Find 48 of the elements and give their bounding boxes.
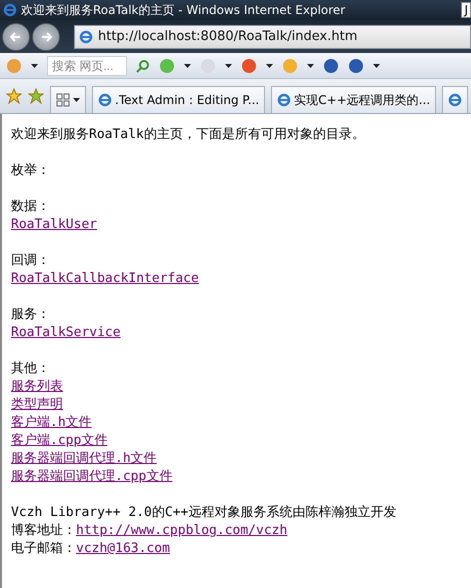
section-label: 枚举：: [11, 162, 50, 180]
browser-page-icon: [79, 30, 93, 44]
left-arrow-icon: [10, 30, 22, 42]
browser-page-icon: [277, 93, 292, 107]
favorites-icon[interactable]: [6, 88, 22, 104]
address-field[interactable]: http://localhost:8080/RoaTalk/index.htm: [74, 24, 471, 48]
object-link[interactable]: RoaTalkUser: [11, 216, 98, 234]
object-link[interactable]: 客户端.h文件: [11, 414, 92, 432]
tab-grid-button[interactable]: [50, 86, 86, 113]
section-label: 服务：: [11, 306, 50, 324]
window-title: 欢迎来到服务RoaTalk的主页 - Windows Internet Explorer: [21, 2, 346, 18]
section-label: 回调：: [11, 252, 50, 270]
object-link[interactable]: RoaTalkCallbackInterface: [11, 270, 199, 288]
browser-tab[interactable]: .Text Admin : Editing P...: [92, 86, 266, 113]
forward-button[interactable]: [32, 22, 60, 50]
tooltip-fragment: J: [461, 2, 471, 18]
search-field[interactable]: 搜索 网页...: [47, 56, 127, 76]
back-button[interactable]: [2, 22, 30, 50]
intro-text: 欢迎来到服务RoaTalk的主页，下面是所有可用对象的目录。: [11, 126, 365, 144]
search-icon[interactable]: [136, 58, 150, 72]
object-link[interactable]: RoaTalkService: [11, 324, 121, 342]
footer-link[interactable]: vczh@163.com: [76, 540, 170, 558]
section-label: 其他：: [11, 360, 50, 378]
browser-tab[interactable]: 实现C++远程调用类的...: [271, 86, 436, 113]
add-favorite-icon[interactable]: [28, 88, 44, 104]
footer-text: Vczh Library++ 2.0的C++远程对象服务系统由陈梓瀚独立开发: [11, 504, 396, 522]
browser-tab[interactable]: [442, 86, 468, 113]
object-link[interactable]: 客户端.cpp文件: [11, 432, 108, 450]
browser-page-icon: [448, 93, 462, 107]
grid-icon: [56, 93, 70, 107]
caret-icon[interactable]: [73, 98, 80, 102]
footer-link[interactable]: http://www.cppblog.com/vczh: [76, 522, 288, 540]
footer-text: 博客地址：: [11, 522, 76, 540]
browser-page-icon: [98, 93, 112, 107]
caret-icon[interactable]: [31, 64, 38, 68]
caret-icon[interactable]: [225, 64, 232, 68]
object-link[interactable]: 服务器端回调代理.cpp文件: [11, 468, 172, 486]
caret-icon[interactable]: [184, 64, 191, 68]
browser-page-icon: [3, 3, 17, 17]
object-link[interactable]: 类型声明: [11, 396, 63, 414]
footer-text: 电子邮箱：: [11, 540, 76, 558]
caret-icon[interactable]: [307, 64, 314, 68]
section-label: 数据：: [11, 198, 50, 216]
caret-icon[interactable]: [266, 64, 273, 68]
caret-icon[interactable]: [373, 64, 380, 68]
object-link[interactable]: 服务器端回调代理.h文件: [11, 450, 157, 468]
object-link[interactable]: 服务列表: [11, 378, 63, 396]
right-arrow-icon: [40, 30, 52, 42]
